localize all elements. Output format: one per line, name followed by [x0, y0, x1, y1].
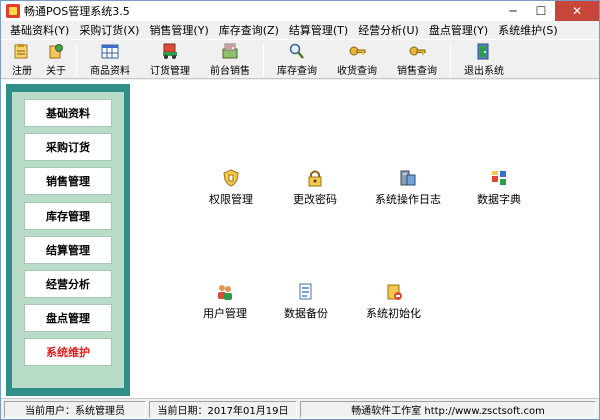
nav-analysis[interactable]: 经营分析 — [24, 269, 112, 298]
front-sales-label: 前台销售 — [210, 66, 250, 77]
user-management-label: 用户管理 — [203, 307, 247, 320]
products-label: 商品资料 — [90, 66, 130, 77]
status-bar: 当前用户：系统管理员 当前日期：2017年01月19日 畅通软件工作室 http… — [1, 398, 599, 419]
nav-system-maintenance[interactable]: 系统维护 — [24, 338, 112, 367]
sales-query-label: 销售查询 — [397, 66, 437, 77]
backup-document-icon — [299, 283, 312, 300]
register-label: 注册 — [12, 66, 32, 77]
init-database-icon — [387, 284, 402, 300]
menu-system[interactable]: 系统维护(S) — [493, 22, 563, 38]
menu-sales[interactable]: 销售管理(Y) — [144, 22, 213, 38]
menu-bar: 基础资料(Y) 采购订货(X) 销售管理(Y) 库存查询(Z) 结算管理(T) … — [1, 21, 599, 39]
toolbar: 注册 关于 商品资料 订货管理 前台销售 库存查询 收货查询 销售查询 退出系统 — [1, 39, 599, 79]
data-backup-item[interactable]: 数据备份 — [284, 283, 328, 321]
status-current-user: 当前用户：系统管理员 — [4, 400, 146, 418]
user-management-item[interactable]: 用户管理 — [203, 283, 247, 321]
dictionary-icon — [492, 171, 506, 185]
register-icon — [14, 44, 28, 59]
menu-inventory-check[interactable]: 盘点管理(Y) — [424, 22, 493, 38]
change-password-label: 更改密码 — [293, 193, 337, 206]
title-bar: 畅通POS管理系统3.5 ─ ☐ ✕ — [1, 1, 599, 21]
nav-inventory-check[interactable]: 盘点管理 — [24, 304, 112, 333]
app-logo-icon — [6, 4, 20, 18]
products-button[interactable]: 商品资料 — [80, 40, 140, 78]
change-password-item[interactable]: 更改密码 — [293, 169, 337, 207]
server-log-icon — [400, 170, 416, 186]
system-log-label: 系统操作日志 — [375, 193, 441, 206]
front-sales-button[interactable]: 前台销售 — [200, 40, 260, 78]
users-icon — [218, 285, 232, 300]
sales-query-button[interactable]: 销售查询 — [387, 40, 447, 78]
data-dictionary-item[interactable]: 数据字典 — [477, 169, 521, 207]
data-dictionary-label: 数据字典 — [477, 193, 521, 206]
maximize-button[interactable]: ☐ — [527, 1, 555, 21]
stock-query-button[interactable]: 库存查询 — [267, 40, 327, 78]
minimize-button[interactable]: ─ — [499, 1, 527, 21]
close-button[interactable]: ✕ — [555, 1, 599, 21]
magnifier-icon — [289, 43, 304, 59]
nav-settlement[interactable]: 结算管理 — [24, 235, 112, 264]
menu-analysis[interactable]: 经营分析(U) — [353, 22, 424, 38]
shield-key-icon — [223, 169, 239, 187]
menu-stock-query[interactable]: 库存查询(Z) — [214, 22, 284, 38]
window-title: 畅通POS管理系统3.5 — [24, 5, 130, 18]
permissions-label: 权限管理 — [209, 193, 253, 206]
about-button[interactable]: 关于 — [39, 40, 73, 78]
nav-panel: 基础资料 采购订货 销售管理 库存管理 结算管理 经营分析 盘点管理 系统维护 — [6, 84, 130, 396]
about-icon — [49, 44, 63, 59]
receive-key-icon — [349, 46, 366, 56]
status-current-date: 当前日期：2017年01月19日 — [149, 400, 297, 418]
cash-register-icon — [222, 43, 238, 59]
data-backup-label: 数据备份 — [284, 307, 328, 320]
lock-icon — [308, 170, 322, 187]
nav-inventory[interactable]: 库存管理 — [24, 201, 112, 230]
receive-query-button[interactable]: 收货查询 — [327, 40, 387, 78]
exit-label: 退出系统 — [464, 66, 504, 77]
toolbar-separator — [76, 43, 77, 77]
order-truck-icon — [163, 43, 177, 59]
menu-settlement[interactable]: 结算管理(T) — [284, 22, 353, 38]
exit-button[interactable]: 退出系统 — [454, 40, 514, 78]
orders-button[interactable]: 订货管理 — [140, 40, 200, 78]
orders-label: 订货管理 — [150, 66, 190, 77]
system-init-label: 系统初始化 — [366, 307, 421, 320]
menu-purchase[interactable]: 采购订货(X) — [74, 22, 144, 38]
receive-query-label: 收货查询 — [337, 66, 377, 77]
app-window: 畅通POS管理系统3.5 ─ ☐ ✕ 基础资料(Y) 采购订货(X) 销售管理(… — [0, 0, 600, 420]
window-controls: ─ ☐ ✕ — [499, 1, 599, 21]
menu-basic-data[interactable]: 基础资料(Y) — [5, 22, 74, 38]
exit-door-icon — [477, 43, 489, 60]
nav-sales[interactable]: 销售管理 — [24, 167, 112, 196]
system-init-item[interactable]: 系统初始化 — [366, 283, 421, 321]
toolbar-separator — [450, 43, 451, 77]
toolbar-separator — [263, 43, 264, 77]
product-grid-icon — [101, 44, 119, 59]
main-area: 基础资料 采购订货 销售管理 库存管理 结算管理 经营分析 盘点管理 系统维护 … — [1, 80, 599, 398]
about-label: 关于 — [46, 66, 66, 77]
status-company: 畅通软件工作室 http://www.zsctsoft.com — [300, 400, 596, 418]
nav-inner: 基础资料 采购订货 销售管理 库存管理 结算管理 经营分析 盘点管理 系统维护 — [12, 92, 124, 388]
nav-basic-data[interactable]: 基础资料 — [24, 99, 112, 127]
permissions-item[interactable]: 权限管理 — [209, 169, 253, 207]
register-button[interactable]: 注册 — [5, 40, 39, 78]
system-log-item[interactable]: 系统操作日志 — [375, 169, 441, 207]
sales-key-icon — [409, 46, 426, 56]
stock-query-label: 库存查询 — [277, 66, 317, 77]
nav-purchase[interactable]: 采购订货 — [24, 133, 112, 162]
